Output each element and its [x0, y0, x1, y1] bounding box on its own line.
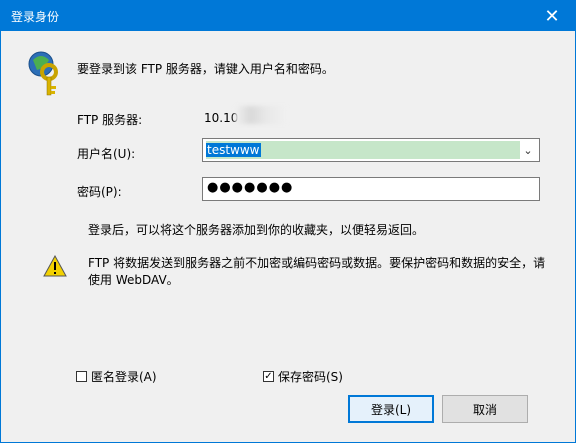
password-label: 密码(P): — [77, 185, 122, 199]
save-password-label: 保存密码(S) — [278, 370, 343, 384]
password-input[interactable]: ●●●●●●● — [202, 177, 540, 201]
key-icon — [28, 51, 58, 96]
anonymous-label: 匿名登录(A) — [91, 370, 157, 384]
info-text: 登录后，可以将这个服务器添加到你的收藏夹，以便轻易返回。 — [88, 223, 425, 237]
password-value: ●●●●●●● — [207, 180, 294, 195]
anonymous-login-option[interactable]: 匿名登录(A) — [76, 368, 157, 385]
save-password-checkbox[interactable]: ✓ — [263, 371, 274, 382]
prompt-text: 要登录到该 FTP 服务器，请键入用户名和密码。 — [77, 62, 334, 76]
anonymous-checkbox[interactable] — [76, 371, 87, 382]
server-address: 10.10 — [204, 111, 239, 125]
dropdown-button[interactable]: ⌄ — [520, 142, 536, 158]
save-password-option[interactable]: ✓ 保存密码(S) — [263, 368, 343, 385]
server-label: FTP 服务器: — [77, 113, 143, 127]
window-title: 登录身份 — [11, 10, 60, 24]
login-dialog: 登录身份 ✕ 要登录到该 FTP 服务器，请键入用户名和密码。 FTP 服务器:… — [0, 0, 576, 443]
warning-icon — [43, 255, 67, 277]
login-button[interactable]: 登录(L) — [348, 395, 434, 423]
redacted-area — [235, 106, 287, 124]
close-icon: ✕ — [544, 5, 560, 27]
cancel-button[interactable]: 取消 — [442, 395, 528, 423]
username-combobox[interactable]: testwww ⌄ — [202, 138, 540, 162]
username-value: testwww — [206, 143, 261, 157]
title-bar: 登录身份 ✕ — [1, 1, 575, 31]
close-button[interactable]: ✕ — [529, 1, 575, 31]
chevron-down-icon: ⌄ — [523, 143, 533, 157]
username-input[interactable]: testwww — [206, 141, 520, 159]
username-label: 用户名(U): — [77, 147, 136, 161]
warning-text: FTP 将数据发送到服务器之前不加密或编码密码或数据。要保护密码和数据的安全，请… — [88, 256, 546, 287]
